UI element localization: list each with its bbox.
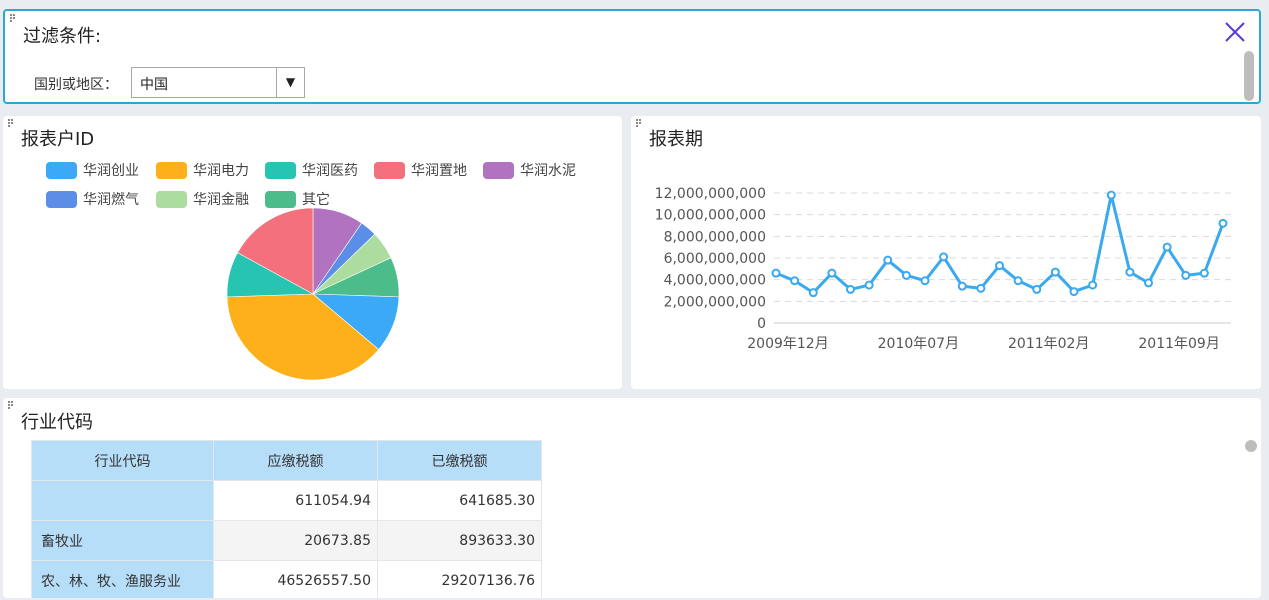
dropdown-arrow-icon[interactable]: ▼: [276, 68, 304, 97]
line-point[interactable]: [846, 284, 855, 294]
drag-handle-icon[interactable]: [10, 14, 19, 23]
table-title: 行业代码: [21, 412, 93, 433]
table-row[interactable]: 农、林、牧、渔服务业 46526557.50 29207136.76: [31, 560, 542, 598]
x-tick-label: 2011年09月: [1138, 336, 1219, 352]
y-tick-label: 12,000,000,000: [655, 186, 766, 202]
cell-industry-code: 农、林、牧、渔服务业: [31, 560, 214, 598]
column-header[interactable]: 行业代码: [31, 440, 214, 481]
close-icon[interactable]: [1223, 20, 1247, 44]
cell-tax-paid: 29207136.76: [377, 560, 542, 598]
cell-tax-paid: 641685.30: [377, 480, 542, 521]
line-point[interactable]: [1069, 287, 1079, 297]
x-tick-label: 2011年02月: [1008, 336, 1089, 352]
line-point[interactable]: [883, 255, 893, 265]
pie-chart-panel: 报表户ID 华润创业 华润电力 华润医药 华润置地 华润水泥 华润燃气 华润金融 其它: [3, 116, 622, 389]
line-point[interactable]: [995, 261, 1004, 271]
column-header[interactable]: 应缴税额: [213, 440, 378, 481]
region-filter-label: 国别或地区：: [34, 77, 118, 93]
line-point[interactable]: [1218, 218, 1228, 228]
cell-tax-due: 46526557.50: [213, 560, 378, 598]
tax-table: 行业代码 应缴税额 已缴税额 611054.94 641685.30 畜牧业 2…: [31, 440, 542, 598]
line-point[interactable]: [808, 288, 818, 298]
filter-title: 过滤条件:: [23, 26, 102, 47]
line-point[interactable]: [827, 268, 837, 278]
table-header-row: 行业代码 应缴税额 已缴税额: [31, 440, 542, 481]
line-point[interactable]: [976, 283, 986, 293]
line-point[interactable]: [1162, 242, 1172, 252]
drag-handle-icon[interactable]: [8, 401, 17, 410]
line-point[interactable]: [771, 268, 781, 278]
x-tick-label: 2010年07月: [878, 336, 959, 352]
line-point[interactable]: [1106, 190, 1116, 200]
line-point[interactable]: [1125, 267, 1135, 277]
line-series: [775, 193, 1225, 295]
y-tick-label: 2,000,000,000: [664, 294, 766, 310]
line-point[interactable]: [1144, 278, 1153, 288]
scrollbar-thumb[interactable]: [1244, 51, 1254, 101]
line-point[interactable]: [1181, 270, 1191, 280]
table-row[interactable]: 611054.94 641685.30: [31, 480, 542, 521]
region-select-value: 中国: [140, 77, 168, 93]
table-row[interactable]: 畜牧业 20673.85 893633.30: [31, 520, 542, 561]
line-point[interactable]: [1032, 284, 1042, 294]
y-tick-label: 4,000,000,000: [664, 273, 766, 289]
scrollbar-thumb[interactable]: [1245, 440, 1257, 452]
line-point[interactable]: [957, 281, 967, 291]
line-point[interactable]: [1199, 268, 1209, 278]
line-point[interactable]: [1013, 276, 1023, 286]
line-point[interactable]: [1050, 267, 1060, 277]
y-tick-label: 6,000,000,000: [664, 251, 766, 267]
cell-tax-due: 20673.85: [213, 520, 378, 561]
pie-chart: [226, 207, 400, 381]
cell-industry-code: 畜牧业: [31, 520, 214, 561]
tax-table-panel: 行业代码 行业代码 应缴税额 已缴税额 611054.94 641685.30 …: [3, 398, 1261, 598]
column-header[interactable]: 已缴税额: [377, 440, 542, 481]
cell-tax-due: 611054.94: [213, 480, 378, 521]
line-chart: 0 2,000,000,000 4,000,000,000 6,000,000,000…: [655, 186, 1231, 352]
y-tick-label: 10,000,000,000: [655, 208, 766, 224]
line-point[interactable]: [920, 276, 930, 286]
line-point[interactable]: [939, 252, 949, 262]
line-point[interactable]: [901, 270, 911, 280]
y-tick-label: 8,000,000,000: [664, 229, 766, 245]
line-point[interactable]: [864, 280, 874, 290]
filter-panel: 过滤条件: 国别或地区： 中国 ▼: [3, 9, 1261, 104]
line-point[interactable]: [790, 276, 800, 286]
line-point[interactable]: [1088, 280, 1098, 290]
cell-industry-code: [31, 480, 214, 521]
cell-tax-paid: 893633.30: [377, 520, 542, 561]
region-select[interactable]: 中国 ▼: [131, 67, 305, 98]
line-chart-panel: 报表期 0 2,000,000,000 4,000,000,000 6,000,000…: [631, 116, 1261, 389]
x-tick-label: 2009年12月: [747, 336, 828, 352]
y-tick-label: 0: [757, 316, 766, 332]
